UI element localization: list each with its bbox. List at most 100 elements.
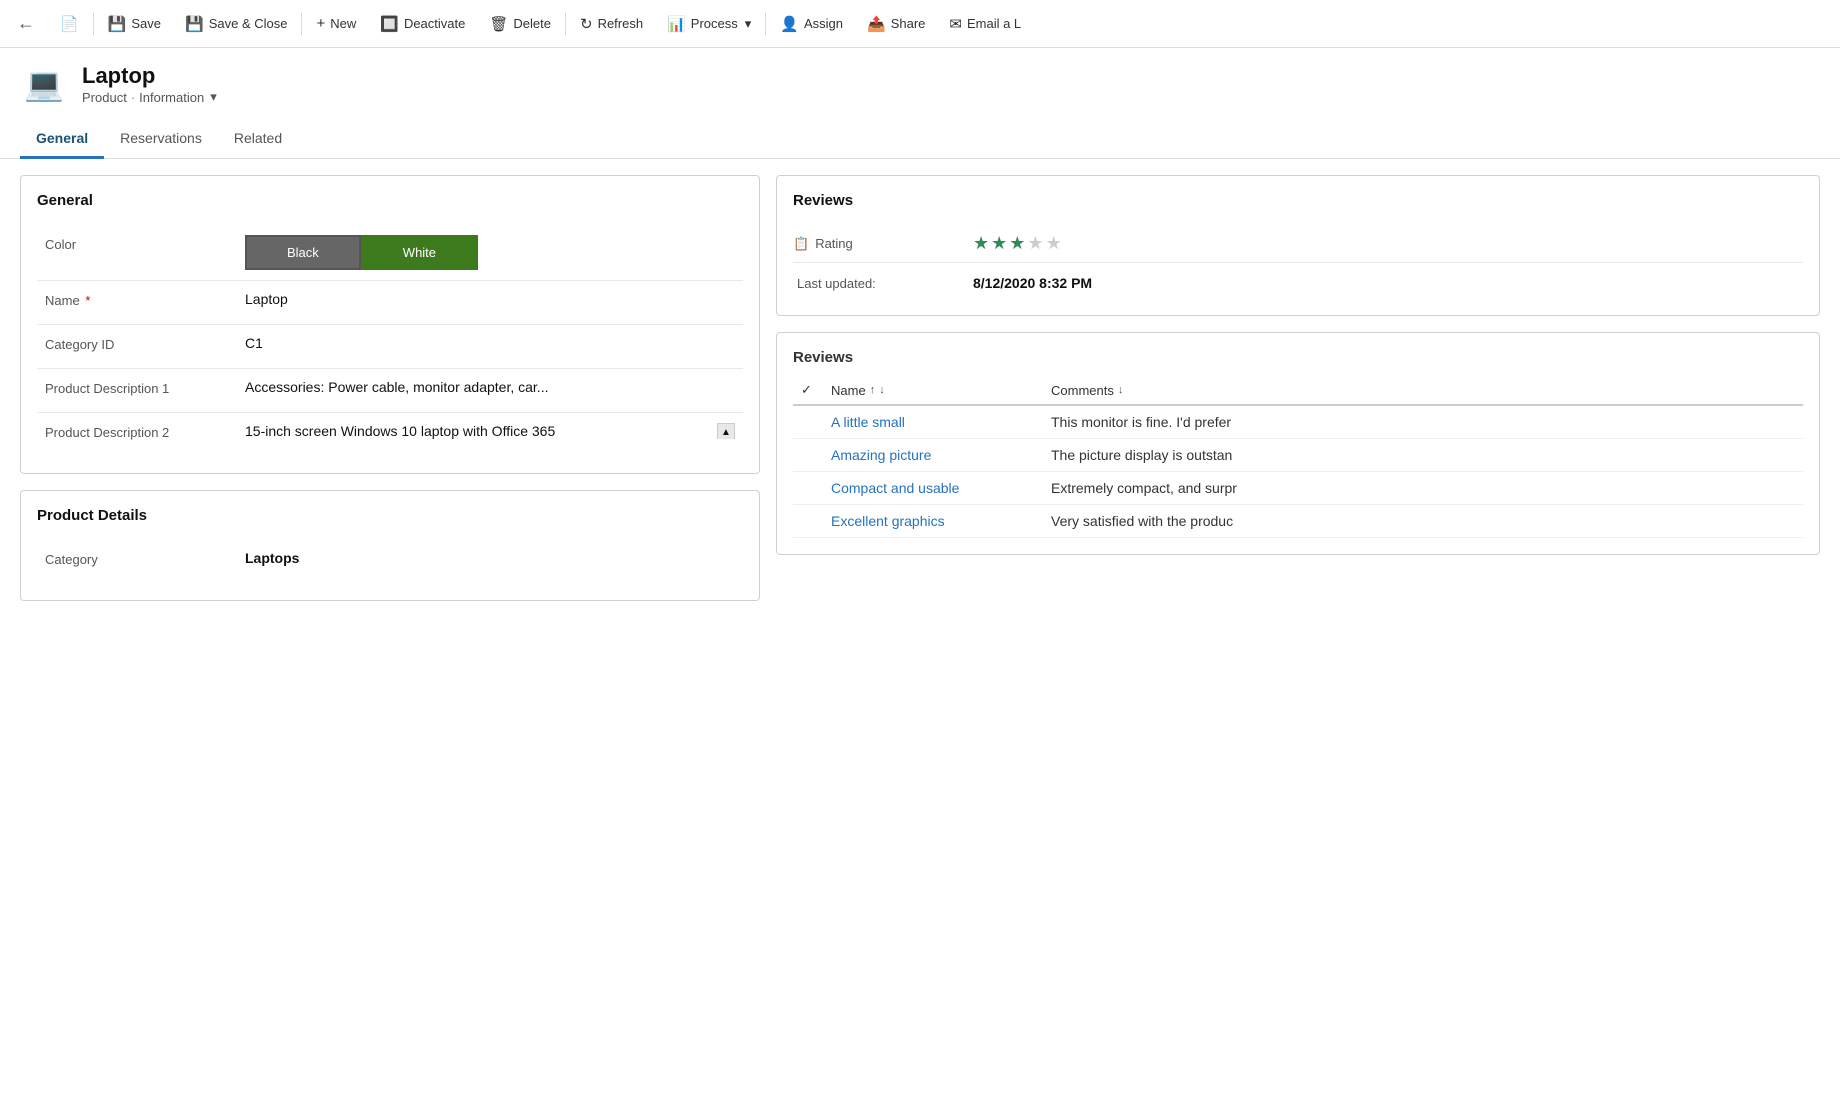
tab-related[interactable]: Related: [218, 120, 298, 159]
share-icon: 📤: [867, 15, 886, 33]
process-dropdown-icon[interactable]: ▾: [745, 16, 752, 32]
product-desc2-label: Product Description 2: [45, 423, 245, 440]
scroll-arrows: ▲ ▼: [717, 423, 735, 439]
back-button[interactable]: ←: [8, 6, 44, 42]
star-2: ★: [991, 233, 1007, 254]
save-label: Save: [131, 16, 161, 31]
product-icon: 💻: [20, 60, 68, 108]
divider-1: [93, 12, 94, 36]
product-desc1-row: Product Description 1 Accessories: Power…: [37, 369, 743, 413]
breadcrumb-dropdown-button[interactable]: ▾: [208, 89, 219, 105]
review-comment-0: This monitor is fine. I'd prefer: [1051, 414, 1795, 430]
delete-button[interactable]: 🗑 Delete: [477, 0, 563, 47]
save-button[interactable]: 💾 Save: [96, 0, 173, 47]
rating-label: 📋 Rating: [793, 236, 973, 252]
checkmark-icon: ✓: [801, 382, 812, 397]
new-icon: +: [316, 15, 325, 32]
name-sort-desc[interactable]: ↓: [879, 384, 885, 396]
category-id-row: Category ID C1: [37, 325, 743, 369]
page-title: Laptop: [82, 63, 219, 89]
color-label: Color: [45, 235, 245, 252]
breadcrumb-current: Information: [139, 90, 204, 105]
tab-bar: General Reservations Related: [0, 120, 1840, 159]
star-rating: ★ ★ ★ ★ ★: [973, 233, 1062, 254]
right-column: Reviews 📋 Rating ★ ★ ★ ★ ★ Last updated:…: [776, 175, 1820, 1059]
review-name-0[interactable]: A little small: [831, 414, 1051, 430]
star-4: ★: [1027, 233, 1043, 254]
share-label: Share: [891, 16, 926, 31]
category-label: Category: [45, 550, 245, 567]
color-black-button[interactable]: Black: [245, 235, 361, 270]
product-desc1-label: Product Description 1: [45, 379, 245, 396]
breadcrumb-root[interactable]: Product: [82, 90, 127, 105]
last-updated-row: Last updated: 8/12/2020 8:32 PM: [793, 267, 1803, 299]
name-col-label: Name: [831, 383, 866, 398]
back-icon: ←: [17, 13, 35, 34]
divider-3: [565, 12, 566, 36]
page-header: 💻 Laptop Product · Information ▾: [0, 48, 1840, 120]
tab-general[interactable]: General: [20, 120, 104, 159]
title-group: Laptop Product · Information ▾: [82, 63, 219, 105]
save-icon: 💾: [108, 15, 127, 33]
scroll-up-arrow[interactable]: ▲: [717, 423, 735, 439]
refresh-button[interactable]: ↻ Refresh: [568, 0, 655, 47]
review-row-2: Compact and usable Extremely compact, an…: [793, 472, 1803, 505]
process-icon: 📊: [667, 15, 686, 33]
reviews-table-body: A little small This monitor is fine. I'd…: [793, 406, 1803, 538]
reviews-table-title: Reviews: [793, 349, 1803, 366]
name-required: *: [85, 293, 90, 308]
save-close-icon: 💾: [185, 15, 204, 33]
reviews-table-header: ✓ Name ↑ ↓ Comments ↓: [793, 376, 1803, 406]
review-row-1: Amazing picture The picture display is o…: [793, 439, 1803, 472]
color-button-group: Black White: [245, 235, 735, 270]
new-button[interactable]: + New: [304, 0, 368, 47]
star-3: ★: [1009, 233, 1025, 254]
color-value: Black White: [245, 235, 735, 270]
email-button[interactable]: ✉ Email a L: [937, 0, 1033, 47]
category-id-label: Category ID: [45, 335, 245, 352]
product-desc1-value: Accessories: Power cable, monitor adapte…: [245, 379, 735, 395]
deactivate-button[interactable]: 🔲 Deactivate: [368, 0, 477, 47]
color-white-button[interactable]: White: [361, 235, 478, 270]
email-icon: ✉: [949, 15, 962, 33]
process-button[interactable]: 📊 Process ▾: [655, 0, 763, 47]
divider-4: [765, 12, 766, 36]
save-close-button[interactable]: 💾 Save & Close: [173, 0, 299, 47]
review-comment-3: Very satisfied with the produc: [1051, 513, 1795, 529]
comments-col-label: Comments: [1051, 383, 1114, 398]
comments-sort-desc[interactable]: ↓: [1118, 384, 1124, 396]
assign-button[interactable]: 👤 Assign: [768, 0, 855, 47]
left-column: General Color Black White Name * Laptop: [20, 175, 760, 1059]
main-content: General Color Black White Name * Laptop: [0, 159, 1840, 1075]
email-label: Email a L: [967, 16, 1021, 31]
tab-reservations[interactable]: Reservations: [104, 120, 218, 159]
category-id-value: C1: [245, 335, 735, 351]
rating-row: 📋 Rating ★ ★ ★ ★ ★: [793, 225, 1803, 263]
name-sort-asc[interactable]: ↑: [870, 384, 876, 396]
review-row-0: A little small This monitor is fine. I'd…: [793, 406, 1803, 439]
share-button[interactable]: 📤 Share: [855, 0, 937, 47]
product-desc2-value: 15-inch screen Windows 10 laptop with Of…: [245, 423, 735, 439]
deactivate-icon: 🔲: [380, 15, 399, 33]
record-icon-button[interactable]: 📄: [48, 0, 91, 47]
refresh-icon: ↻: [580, 15, 593, 33]
save-close-label: Save & Close: [209, 16, 288, 31]
divider-2: [301, 12, 302, 36]
record-icon: 📄: [60, 15, 79, 33]
rating-icon: 📋: [793, 236, 809, 252]
breadcrumb-separator: ·: [131, 90, 135, 105]
process-label: Process: [691, 16, 738, 31]
review-name-3[interactable]: Excellent graphics: [831, 513, 1051, 529]
color-row: Color Black White: [37, 225, 743, 281]
general-card-title: General: [37, 192, 743, 209]
star-1: ★: [973, 233, 989, 254]
breadcrumb: Product · Information ▾: [82, 89, 219, 105]
delete-icon: 🗑: [489, 15, 508, 33]
updated-value: 8/12/2020 8:32 PM: [973, 275, 1092, 291]
review-name-1[interactable]: Amazing picture: [831, 447, 1051, 463]
review-comment-1: The picture display is outstan: [1051, 447, 1795, 463]
review-name-2[interactable]: Compact and usable: [831, 480, 1051, 496]
product-details-title: Product Details: [37, 507, 743, 524]
category-value: Laptops: [245, 550, 735, 566]
reviews-summary-title: Reviews: [793, 192, 1803, 209]
